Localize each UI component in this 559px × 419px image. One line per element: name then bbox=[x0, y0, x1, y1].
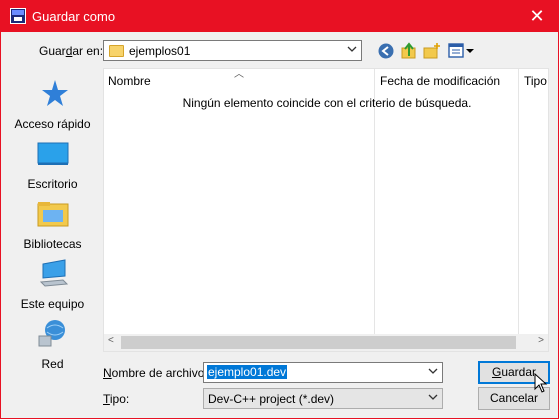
file-name-label: Nombre de archivo: bbox=[103, 366, 208, 380]
file-name-value: ejemplo01.dev bbox=[207, 365, 288, 379]
column-header-date[interactable]: Fecha de modificación bbox=[380, 74, 500, 88]
chevron-down-icon bbox=[428, 394, 438, 400]
place-label: Acceso rápido bbox=[14, 117, 91, 131]
file-type-value: Dev-C++ project (*.dev) bbox=[208, 392, 335, 406]
place-this-pc[interactable]: Este equipo bbox=[9, 258, 96, 311]
place-label: Escritorio bbox=[27, 177, 78, 191]
places-bar: Acceso rápido Escritorio Bibliotecas Est… bbox=[9, 68, 96, 371]
column-header-name[interactable]: Nombre bbox=[108, 74, 151, 88]
folder-icon bbox=[109, 45, 124, 57]
back-icon[interactable] bbox=[377, 42, 395, 60]
place-label: Red bbox=[41, 357, 64, 371]
scroll-right-icon[interactable]: > bbox=[538, 335, 544, 346]
file-name-input[interactable]: ejemplo01.dev bbox=[203, 362, 443, 383]
place-network[interactable]: Red bbox=[9, 318, 96, 371]
file-type-label: Tipo: bbox=[103, 392, 130, 406]
place-quick-access[interactable]: Acceso rápido bbox=[9, 78, 96, 131]
chevron-down-icon bbox=[347, 46, 357, 52]
save-in-value: ejemplos01 bbox=[129, 44, 191, 58]
window-title: Guardar como bbox=[32, 9, 116, 24]
desktop-icon bbox=[37, 142, 68, 165]
file-type-dropdown[interactable]: Dev-C++ project (*.dev) bbox=[203, 388, 443, 409]
libraries-icon bbox=[37, 202, 68, 227]
scrollbar-thumb[interactable] bbox=[121, 336, 516, 349]
sort-ascending-icon: ︿ bbox=[234, 69, 244, 80]
place-libraries[interactable]: Bibliotecas bbox=[9, 198, 96, 251]
devcpp-app-icon bbox=[10, 8, 26, 24]
mouse-cursor-icon bbox=[534, 373, 548, 393]
save-in-dropdown[interactable]: ejemplos01 bbox=[103, 40, 362, 61]
new-folder-icon[interactable] bbox=[423, 42, 441, 60]
close-icon: ✕ bbox=[529, 6, 545, 26]
save-in-label: Guardar en: bbox=[39, 44, 104, 58]
view-menu-icon[interactable] bbox=[448, 42, 474, 60]
close-button[interactable]: ✕ bbox=[526, 5, 548, 27]
scroll-left-icon[interactable]: < bbox=[108, 335, 114, 346]
column-header-type[interactable]: Tipo bbox=[524, 74, 547, 88]
place-label: Bibliotecas bbox=[23, 237, 82, 251]
network-icon bbox=[38, 320, 65, 347]
up-folder-icon[interactable] bbox=[400, 42, 418, 60]
save-as-dialog: Guardar como ✕ Guardar en: ejemplos01 Ac… bbox=[0, 0, 559, 419]
place-label: Este equipo bbox=[20, 297, 85, 311]
empty-message: Ningún elemento coincide con el criterio… bbox=[182, 96, 472, 110]
place-desktop[interactable]: Escritorio bbox=[9, 138, 96, 191]
title-bar[interactable]: Guardar como ✕ bbox=[1, 1, 558, 32]
chevron-down-icon[interactable] bbox=[428, 366, 438, 376]
star-icon bbox=[41, 80, 68, 106]
horizontal-scrollbar[interactable]: < > bbox=[104, 334, 548, 351]
computer-icon bbox=[39, 259, 68, 287]
file-list[interactable]: ︿ Nombre Fecha de modificación Tipo Ning… bbox=[103, 68, 549, 352]
